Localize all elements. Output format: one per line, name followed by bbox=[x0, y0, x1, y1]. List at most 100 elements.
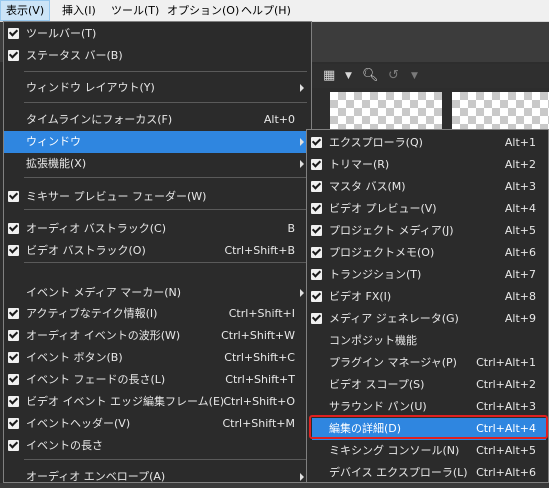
checkmark-icon bbox=[311, 269, 322, 280]
window-submenu-item[interactable]: ビデオ FX(I) Alt+8 bbox=[307, 286, 548, 308]
menu-item-shortcut: Alt+9 bbox=[504, 312, 536, 325]
menu-item-label: オーディオ バストラック(C) bbox=[26, 222, 166, 235]
checkmark-icon bbox=[8, 28, 19, 39]
window-submenu-item[interactable]: プロジェクトメモ(O) Alt+6 bbox=[307, 242, 548, 264]
view-menu-item[interactable]: オーディオ イベントの波形(W) Ctrl+Shift+W bbox=[4, 325, 311, 347]
view-menu-item[interactable]: ウィンドウ レイアウト(Y) bbox=[4, 77, 311, 99]
checkmark-icon bbox=[8, 352, 19, 363]
view-menu-item[interactable]: ビデオ イベント エッジ編集フレーム(E) Ctrl+Shift+O bbox=[4, 391, 311, 413]
menu-item-label: アクティブなテイク情報(I) bbox=[26, 307, 158, 320]
menu-item-shortcut: Alt+5 bbox=[504, 224, 536, 237]
menu-options[interactable]: オプション(O) bbox=[162, 0, 244, 21]
menu-item-label: ミキシング コンソール(N) bbox=[329, 444, 460, 457]
checkmark-icon bbox=[8, 50, 19, 61]
menu-item-shortcut: Alt+3 bbox=[504, 180, 536, 193]
menu-item-shortcut: Ctrl+Shift+M bbox=[222, 417, 296, 430]
menu-item-label: ビデオ イベント エッジ編集フレーム(E) bbox=[26, 395, 225, 408]
view-menu-item[interactable]: イベント ボタン(B) Ctrl+Shift+C bbox=[4, 347, 311, 369]
view-menu-item[interactable]: ツールバー(T) bbox=[4, 23, 311, 45]
menu-separator bbox=[24, 209, 307, 210]
menu-item-label: ビデオ プレビュー(V) bbox=[329, 202, 437, 215]
zoom-icon[interactable]: 🔍︎ bbox=[362, 64, 379, 88]
view-menu-item[interactable]: オーディオ バストラック(C) B bbox=[4, 218, 311, 240]
menu-item-shortcut: Ctrl+Alt+6 bbox=[476, 466, 536, 479]
menu-item-shortcut: Alt+6 bbox=[504, 246, 536, 259]
menu-item-label: プロジェクト メディア(J) bbox=[329, 224, 454, 237]
submenu-arrow-icon bbox=[300, 473, 304, 481]
menu-item-shortcut: Alt+7 bbox=[504, 268, 536, 281]
view-menu-item[interactable]: オーディオ エンベロープ(A) bbox=[4, 466, 311, 488]
checkmark-icon bbox=[8, 223, 19, 234]
checkmark-icon bbox=[8, 308, 19, 319]
menu-item-shortcut: Ctrl+Shift+C bbox=[224, 351, 295, 364]
menu-item-label: タイムラインにフォーカス(F) bbox=[26, 113, 173, 126]
checkmark-icon bbox=[8, 245, 19, 256]
view-menu-item[interactable]: アクティブなテイク情報(I) Ctrl+Shift+I bbox=[4, 303, 311, 325]
window-submenu-item[interactable]: エクスプローラ(Q) Alt+1 bbox=[307, 132, 548, 154]
menu-item-label: オーディオ イベントの波形(W) bbox=[26, 329, 181, 342]
window-submenu-item[interactable]: コンポジット機能 bbox=[307, 330, 548, 352]
menu-item-shortcut: Ctrl+Shift+O bbox=[223, 395, 295, 408]
menu-item-label: エクスプローラ(Q) bbox=[329, 136, 423, 149]
view-menu-item[interactable]: イベント フェードの長さ(L) Ctrl+Shift+T bbox=[4, 369, 311, 391]
window-submenu-item[interactable]: デバイス エクスプローラ(L) Ctrl+Alt+6 bbox=[307, 462, 548, 484]
chevron-down-icon[interactable]: ▼ bbox=[345, 64, 352, 88]
menu-item-label: トランジション(T) bbox=[329, 268, 422, 281]
menu-item-label: ステータス バー(B) bbox=[26, 49, 123, 62]
menu-item-label: イベント メディア マーカー(N) bbox=[26, 286, 182, 299]
window-submenu-item[interactable]: ビデオ スコープ(S) Ctrl+Alt+2 bbox=[307, 374, 548, 396]
menu-item-label: マスタ バス(M) bbox=[329, 180, 406, 193]
menu-item-shortcut: Ctrl+Shift+W bbox=[221, 329, 295, 342]
view-menu-item[interactable]: タイムラインにフォーカス(F) Alt+0 bbox=[4, 109, 311, 131]
menu-item-label: ミキサー プレビュー フェーダー(W) bbox=[26, 190, 207, 203]
menu-item-label: メディア ジェネレータ(G) bbox=[329, 312, 459, 325]
submenu-arrow-icon bbox=[300, 84, 304, 92]
checkmark-icon bbox=[8, 396, 19, 407]
menu-item-shortcut: Ctrl+Shift+I bbox=[228, 307, 295, 320]
submenu-arrow-icon bbox=[300, 160, 304, 168]
menu-help[interactable]: ヘルプ(H) bbox=[236, 0, 296, 21]
submenu-arrow-icon bbox=[300, 289, 304, 297]
menu-item-label: プロジェクトメモ(O) bbox=[329, 246, 435, 259]
view-menu-item[interactable]: イベントの長さ bbox=[4, 435, 311, 457]
checkmark-icon bbox=[311, 137, 322, 148]
menu-item-label: ビデオ スコープ(S) bbox=[329, 378, 425, 391]
undo-icon[interactable]: ↺ bbox=[388, 64, 399, 88]
menu-item-shortcut: Ctrl+Alt+2 bbox=[476, 378, 536, 391]
view-menu-item[interactable]: 拡張機能(X) bbox=[4, 153, 311, 175]
menu-separator bbox=[24, 71, 307, 72]
menu-item-shortcut: Alt+4 bbox=[504, 202, 536, 215]
menu-item-shortcut: Ctrl+Alt+1 bbox=[476, 356, 536, 369]
menu-view[interactable]: 表示(V) bbox=[0, 0, 51, 21]
menu-item-label: ビデオ バストラック(O) bbox=[26, 244, 146, 257]
menu-item-label: イベントの長さ bbox=[26, 439, 103, 452]
window-submenu-item[interactable]: ビデオ プレビュー(V) Alt+4 bbox=[307, 198, 548, 220]
checkmark-icon bbox=[311, 181, 322, 192]
window-submenu-item[interactable]: メディア ジェネレータ(G) Alt+9 bbox=[307, 308, 548, 330]
window-submenu-item[interactable]: プラグイン マネージャ(P) Ctrl+Alt+1 bbox=[307, 352, 548, 374]
window-submenu-item[interactable]: プロジェクト メディア(J) Alt+5 bbox=[307, 220, 548, 242]
view-menu-item[interactable]: ウィンドウ bbox=[4, 131, 311, 153]
view-menu-dropdown: ツールバー(T) ステータス バー(B) ウィンドウ レイアウト(Y) タイムラインに… bbox=[3, 21, 312, 483]
view-menu-item[interactable]: ステータス バー(B) bbox=[4, 45, 311, 67]
window-submenu-item[interactable]: トランジション(T) Alt+7 bbox=[307, 264, 548, 286]
menu-item-label: イベント ボタン(B) bbox=[26, 351, 123, 364]
checkmark-icon bbox=[8, 330, 19, 341]
menu-item-label: イベントヘッダー(V) bbox=[26, 417, 131, 430]
menu-item-shortcut: Alt+2 bbox=[504, 158, 536, 171]
grid-icon[interactable]: ▦ bbox=[323, 64, 335, 88]
menu-insert[interactable]: 挿入(I) bbox=[57, 0, 101, 21]
menu-item-shortcut: Ctrl+Shift+B bbox=[224, 244, 295, 257]
view-menu-item[interactable]: イベントヘッダー(V) Ctrl+Shift+M bbox=[4, 413, 311, 435]
menu-item-shortcut: Ctrl+Alt+5 bbox=[476, 444, 536, 457]
window-submenu-item[interactable]: トリマー(R) Alt+2 bbox=[307, 154, 548, 176]
view-menu-item[interactable]: ビデオ バストラック(O) Ctrl+Shift+B bbox=[4, 240, 311, 262]
window-submenu-item[interactable]: マスタ バス(M) Alt+3 bbox=[307, 176, 548, 198]
menu-tools[interactable]: ツール(T) bbox=[106, 0, 164, 21]
checkmark-icon bbox=[311, 313, 322, 324]
view-menu-item[interactable]: ミキサー プレビュー フェーダー(W) bbox=[4, 186, 311, 208]
view-menu-item[interactable]: イベント メディア マーカー(N) bbox=[4, 282, 311, 304]
chevron-down-icon[interactable]: ▼ bbox=[411, 64, 418, 88]
window-submenu-item[interactable]: ミキシング コンソール(N) Ctrl+Alt+5 bbox=[307, 440, 548, 462]
menu-separator bbox=[24, 102, 307, 103]
